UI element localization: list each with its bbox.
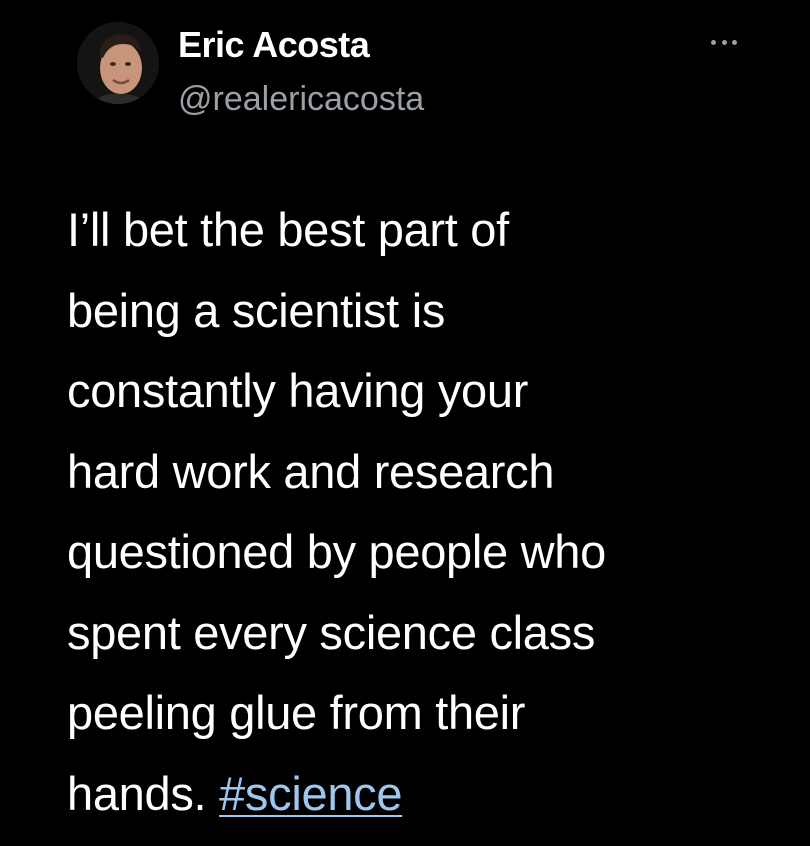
tweet-text-last-line: hands. #science: [67, 754, 787, 835]
dot-icon: [711, 39, 716, 45]
author-handle[interactable]: @realericacosta: [178, 80, 424, 119]
avatar[interactable]: [77, 22, 159, 104]
profile-photo-icon: [77, 22, 159, 104]
dot-icon: [732, 39, 737, 45]
tweet-text-line: peeling glue from their: [67, 686, 526, 739]
more-options-icon: [711, 39, 737, 45]
hashtag-link[interactable]: #science: [219, 767, 402, 820]
tweet-card: Eric Acosta @realericacosta I’ll bet the…: [0, 0, 810, 846]
tweet-text-line: hard work and research: [67, 444, 555, 498]
tweet-text: I’ll bet the best part of being a scient…: [67, 190, 787, 834]
tweet-text-line: spent every science class: [67, 605, 596, 659]
dot-icon: [721, 39, 727, 45]
tweet-text-line: constantly having your: [67, 364, 529, 417]
tweet-text-line: being a scientist is: [67, 283, 446, 337]
tweet-text-line: questioned by people who: [67, 525, 606, 578]
tweet-text-segment: hands.: [67, 766, 207, 820]
tweet-text-line: I’ll bet the best part of: [67, 203, 509, 256]
author-name[interactable]: Eric Acosta: [178, 24, 370, 66]
more-options-button[interactable]: [706, 30, 742, 54]
